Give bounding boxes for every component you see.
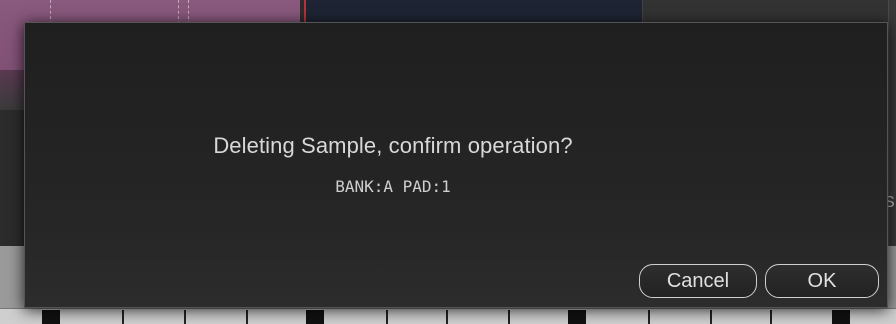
pad-slot bbox=[568, 310, 586, 324]
pad-slot bbox=[446, 310, 448, 324]
app-window: S Deleting Sample, confirm operation? BA… bbox=[0, 0, 896, 324]
pad-slot bbox=[184, 310, 186, 324]
dialog-message: Deleting Sample, confirm operation? bbox=[213, 133, 573, 158]
pad-slot bbox=[508, 310, 510, 324]
pad-slot bbox=[306, 310, 324, 324]
pad-slot bbox=[246, 310, 248, 324]
pad-slot bbox=[648, 310, 650, 324]
dialog-detail: BANK:A PAD:1 bbox=[335, 177, 451, 196]
cancel-button[interactable]: Cancel bbox=[639, 264, 757, 298]
keyboard-strip bbox=[0, 308, 896, 324]
pad-slot bbox=[386, 310, 388, 324]
pad-slot bbox=[710, 310, 712, 324]
pad-slot bbox=[832, 310, 850, 324]
pad-slot bbox=[770, 310, 772, 324]
ok-button[interactable]: OK bbox=[765, 264, 879, 298]
pad-slot bbox=[42, 310, 60, 324]
pad-slot bbox=[122, 310, 124, 324]
confirm-dialog: Deleting Sample, confirm operation? BANK… bbox=[24, 22, 888, 308]
